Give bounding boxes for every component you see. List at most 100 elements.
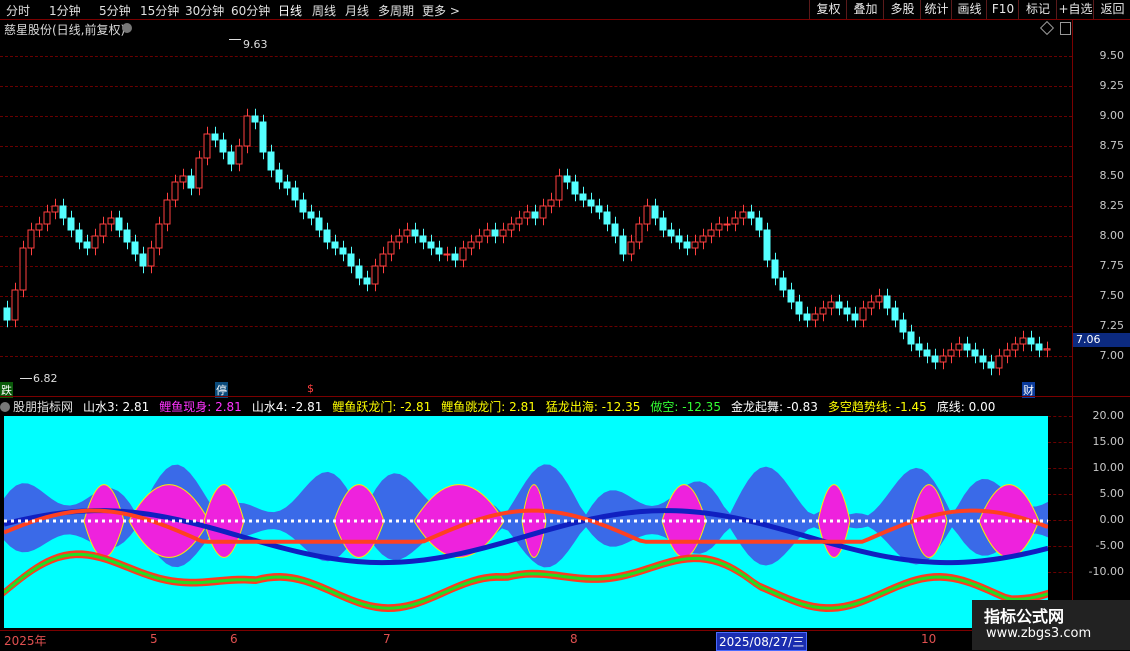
candle-body[interactable] — [667, 229, 675, 237]
candle-body[interactable] — [3, 307, 11, 321]
candle-body[interactable] — [379, 253, 387, 267]
candle-body[interactable] — [571, 181, 579, 195]
candle-body[interactable] — [67, 217, 75, 231]
candle-body[interactable] — [123, 229, 131, 243]
multi-stock-button[interactable]: 多股 — [883, 0, 921, 19]
candle-body[interactable] — [547, 199, 555, 207]
dividend-marker[interactable]: $ — [306, 382, 315, 395]
candle-body[interactable] — [739, 211, 747, 219]
candle-body[interactable] — [963, 343, 971, 351]
candle-body[interactable] — [603, 211, 611, 225]
candle-body[interactable] — [99, 223, 107, 237]
candle-body[interactable] — [955, 343, 963, 351]
candle-body[interactable] — [307, 211, 315, 219]
candle-body[interactable] — [27, 229, 35, 249]
candle-body[interactable] — [811, 313, 819, 321]
candle-body[interactable] — [555, 175, 563, 201]
candle-body[interactable] — [827, 301, 835, 309]
candle-body[interactable] — [859, 307, 867, 321]
candle-body[interactable] — [915, 343, 923, 351]
candle-body[interactable] — [371, 265, 379, 285]
candle-body[interactable] — [411, 229, 419, 237]
candle-body[interactable] — [763, 229, 771, 261]
candle-body[interactable] — [299, 199, 307, 213]
candle-body[interactable] — [395, 235, 403, 243]
candle-body[interactable] — [1003, 349, 1011, 357]
candle-body[interactable] — [51, 205, 59, 213]
candle-body[interactable] — [427, 241, 435, 249]
chevron-down-icon[interactable] — [122, 23, 132, 33]
candle-body[interactable] — [523, 211, 531, 219]
candle-body[interactable] — [923, 349, 931, 357]
candle-body[interactable] — [43, 211, 51, 225]
candle-body[interactable] — [347, 253, 355, 267]
stats-button[interactable]: 统计 — [920, 0, 952, 19]
candle-body[interactable] — [787, 289, 795, 303]
candle-body[interactable] — [579, 193, 587, 201]
candle-body[interactable] — [219, 139, 227, 153]
candle-body[interactable] — [867, 301, 875, 309]
candle-body[interactable] — [1035, 343, 1043, 351]
candle-body[interactable] — [163, 199, 171, 225]
candle-body[interactable] — [883, 295, 891, 309]
candle-body[interactable] — [203, 133, 211, 159]
candle-body[interactable] — [475, 235, 483, 243]
candle-body[interactable] — [275, 169, 283, 183]
candle-body[interactable] — [419, 235, 427, 243]
candle-body[interactable] — [339, 247, 347, 255]
candle-body[interactable] — [483, 229, 491, 237]
f10-button[interactable]: F10 — [986, 0, 1019, 19]
candle-body[interactable] — [819, 307, 827, 315]
candle-body[interactable] — [35, 223, 43, 231]
tab-60min[interactable]: 60分钟 — [231, 2, 270, 19]
candle-body[interactable] — [291, 187, 299, 201]
candle-body[interactable] — [595, 205, 603, 213]
candle-body[interactable] — [187, 175, 195, 189]
candle-body[interactable] — [243, 115, 251, 147]
candle-body[interactable] — [659, 217, 667, 231]
candle-body[interactable] — [939, 355, 947, 363]
overlay-button[interactable]: 叠加 — [846, 0, 884, 19]
candle-body[interactable] — [403, 229, 411, 237]
candle-body[interactable] — [507, 223, 515, 231]
candle-body[interactable] — [83, 241, 91, 249]
candle-body[interactable] — [779, 277, 787, 291]
candle-body[interactable] — [843, 307, 851, 315]
candle-body[interactable] — [803, 313, 811, 321]
candle-body[interactable] — [259, 121, 267, 153]
candle-body[interactable] — [611, 223, 619, 237]
candle-body[interactable] — [131, 241, 139, 255]
candle-body[interactable] — [899, 319, 907, 333]
candle-body[interactable] — [171, 181, 179, 201]
candle-body[interactable] — [755, 217, 763, 231]
candle-body[interactable] — [795, 301, 803, 315]
candle-body[interactable] — [1011, 343, 1019, 351]
tab-5min[interactable]: 5分钟 — [99, 2, 131, 19]
mark-button[interactable]: 标记 — [1018, 0, 1057, 19]
candle-body[interactable] — [715, 223, 723, 231]
candle-body[interactable] — [451, 253, 459, 261]
candle-body[interactable] — [387, 241, 395, 255]
candle-body[interactable] — [467, 241, 475, 249]
candle-body[interactable] — [731, 217, 739, 225]
candle-body[interactable] — [987, 361, 995, 369]
candle-body[interactable] — [699, 235, 707, 243]
candle-body[interactable] — [747, 211, 755, 219]
candle-body[interactable] — [251, 115, 259, 123]
candle-body[interactable] — [675, 235, 683, 243]
candle-body[interactable] — [19, 247, 27, 291]
candle-body[interactable] — [459, 247, 467, 261]
candle-body[interactable] — [59, 205, 67, 219]
candle-body[interactable] — [995, 355, 1003, 369]
candle-body[interactable] — [283, 181, 291, 189]
candle-body[interactable] — [11, 289, 19, 321]
candle-body[interactable] — [563, 175, 571, 183]
tab-weekly[interactable]: 周线 — [312, 2, 336, 19]
candle-body[interactable] — [907, 331, 915, 345]
tab-monthly[interactable]: 月线 — [345, 2, 369, 19]
candle-body[interactable] — [627, 241, 635, 255]
tab-15min[interactable]: 15分钟 — [140, 2, 179, 19]
candle-body[interactable] — [91, 235, 99, 249]
candle-body[interactable] — [651, 205, 659, 219]
diamond-icon[interactable] — [1039, 20, 1055, 36]
